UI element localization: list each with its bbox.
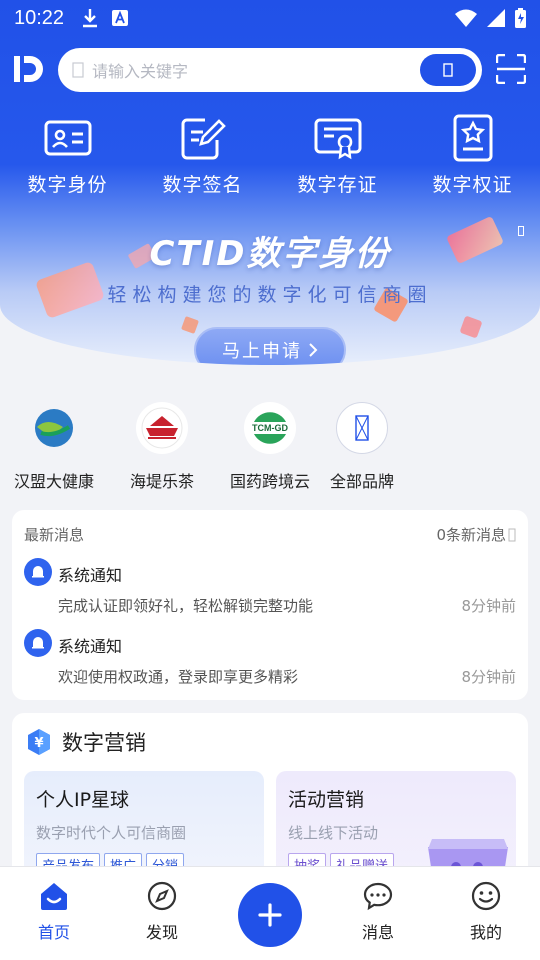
quick-digital-identity[interactable]: 数字身份: [0, 114, 135, 197]
quick-label: 数字权证: [432, 174, 513, 196]
tab-label: 发现: [145, 923, 178, 942]
brand-list: 汉盟大健康 海堤乐茶 TCM-GD 国药跨境云 全部品牌: [0, 402, 540, 492]
hanmeng-logo-icon: [35, 409, 73, 447]
rights-badge-icon: [453, 114, 492, 162]
news-item[interactable]: 系统通知 完成认证即领好礼，轻松解锁完整功能 8分钟前: [24, 558, 516, 628]
chat-icon: [363, 882, 393, 911]
yuan-hexagon-icon: ¥: [28, 729, 50, 755]
quick-label: 数字签名: [162, 174, 243, 196]
news-card: 最新消息 0条新消息 系统通知 完成认证即领好礼，轻松解锁完整功能 8分钟前 系…: [12, 510, 528, 700]
tab-messages[interactable]: 消息: [338, 881, 418, 943]
home-icon: [41, 883, 67, 910]
brand-logo: TCM-GD: [244, 402, 296, 454]
certificate-icon: [314, 118, 361, 160]
news-item-text: 欢迎使用权政通，登录即享更多精彩: [58, 668, 299, 686]
brand-label: 国药跨境云: [229, 472, 310, 491]
banner-title: CTID数字身份: [149, 234, 391, 274]
compass-icon: [147, 881, 177, 911]
chevron-right-icon: [309, 343, 318, 357]
svg-text:TCM-GD: TCM-GD: [252, 423, 288, 433]
box-title: 个人IP星球: [36, 789, 130, 811]
all-brands-icon: [355, 415, 369, 441]
signal-icon: [487, 9, 505, 27]
tab-label: 消息: [361, 923, 394, 942]
tcm-gd-logo-icon: TCM-GD: [248, 406, 292, 450]
add-button[interactable]: [238, 883, 302, 947]
brand-hanmeng[interactable]: 汉盟大健康: [0, 402, 108, 492]
tab-label: 我的: [469, 923, 502, 942]
chevron-right-icon: [508, 528, 516, 541]
bell-icon: [24, 629, 52, 657]
marketing-title: 数字营销: [62, 731, 146, 755]
marketing-card: ¥ 数字营销 个人IP星球 数字时代个人可信商圈 产品发布 推广 分销 活动营销…: [12, 713, 528, 883]
search-icon: [72, 62, 84, 78]
brand-logo: [136, 402, 188, 454]
tab-discover[interactable]: 发现: [122, 881, 202, 943]
brand-label: 汉盟大健康: [13, 472, 94, 491]
banner-subtitle: 轻松构建您的数字化可信商圈: [107, 284, 433, 306]
apply-now-button[interactable]: 马上申请: [194, 327, 346, 365]
news-count-link[interactable]: 0条新消息: [436, 524, 516, 545]
quick-digital-signature[interactable]: 数字签名: [135, 114, 270, 197]
tab-profile[interactable]: 我的: [446, 881, 526, 943]
smile-icon: [471, 881, 501, 911]
quick-actions: 数字身份 数字签名 数字存证 数字权证: [0, 114, 540, 197]
brand-label: 全部品牌: [329, 472, 394, 491]
quick-digital-evidence[interactable]: 数字存证: [270, 114, 405, 197]
app-logo-icon: [14, 56, 43, 82]
bell-icon: [24, 558, 52, 586]
banner-decoration: [181, 316, 199, 334]
signature-icon: [181, 118, 226, 160]
bottom-tab-bar: 首页 发现 消息 我的: [0, 866, 540, 960]
apply-now-label: 马上申请: [222, 341, 302, 362]
app-a-icon: [112, 10, 129, 26]
search-bar[interactable]: 请输入关键字: [58, 48, 482, 92]
brand-logo: [28, 402, 80, 454]
banner-decoration: [459, 315, 483, 339]
status-bar: 10:22: [0, 0, 540, 36]
id-card-icon: [44, 120, 91, 156]
news-count: 0条新消息: [436, 526, 506, 544]
quick-digital-rights[interactable]: 数字权证: [405, 114, 540, 197]
brand-label: 海堤乐茶: [129, 472, 194, 491]
status-time: 10:22: [14, 6, 65, 29]
news-item[interactable]: 系统通知 欢迎使用权政通，登录即享更多精彩 8分钟前: [24, 629, 516, 699]
haiti-logo-icon: [141, 407, 183, 449]
news-header: 最新消息 0条新消息: [24, 524, 516, 545]
download-icon: [83, 9, 98, 28]
battery-icon: [515, 8, 526, 28]
quick-label: 数字存证: [297, 174, 378, 196]
svg-text:¥: ¥: [34, 736, 43, 751]
wifi-icon: [455, 9, 477, 27]
news-item-text: 完成认证即领好礼，轻松解锁完整功能: [58, 597, 314, 615]
quick-label: 数字身份: [27, 174, 108, 196]
tab-label: 首页: [37, 923, 70, 942]
box-subtitle: 数字时代个人可信商圈: [36, 824, 187, 842]
news-item-title: 系统通知: [58, 566, 123, 585]
news-item-time: 8分钟前: [461, 668, 516, 686]
plus-icon: [258, 903, 282, 927]
hero-header: 10:22 请输入关键字 数字身份 数字签名 数字存证 数字权证 CTID数字身…: [0, 0, 540, 365]
brand-all[interactable]: 全部品牌: [308, 402, 416, 492]
news-title: 最新消息: [24, 526, 85, 544]
tab-home[interactable]: 首页: [14, 881, 94, 943]
top-bar: 请输入关键字: [0, 46, 540, 94]
scan-icon[interactable]: [496, 54, 526, 84]
search-button-icon: [443, 63, 453, 77]
news-item-title: 系统通知: [58, 637, 123, 656]
search-button[interactable]: [420, 54, 476, 86]
brand-logo: [336, 402, 388, 454]
marketing-header: ¥ 数字营销: [26, 727, 146, 757]
search-input[interactable]: 请输入关键字: [92, 58, 188, 82]
news-item-time: 8分钟前: [461, 597, 516, 615]
box-title: 活动营销: [288, 789, 365, 811]
brand-haiti[interactable]: 海堤乐茶: [108, 402, 216, 492]
